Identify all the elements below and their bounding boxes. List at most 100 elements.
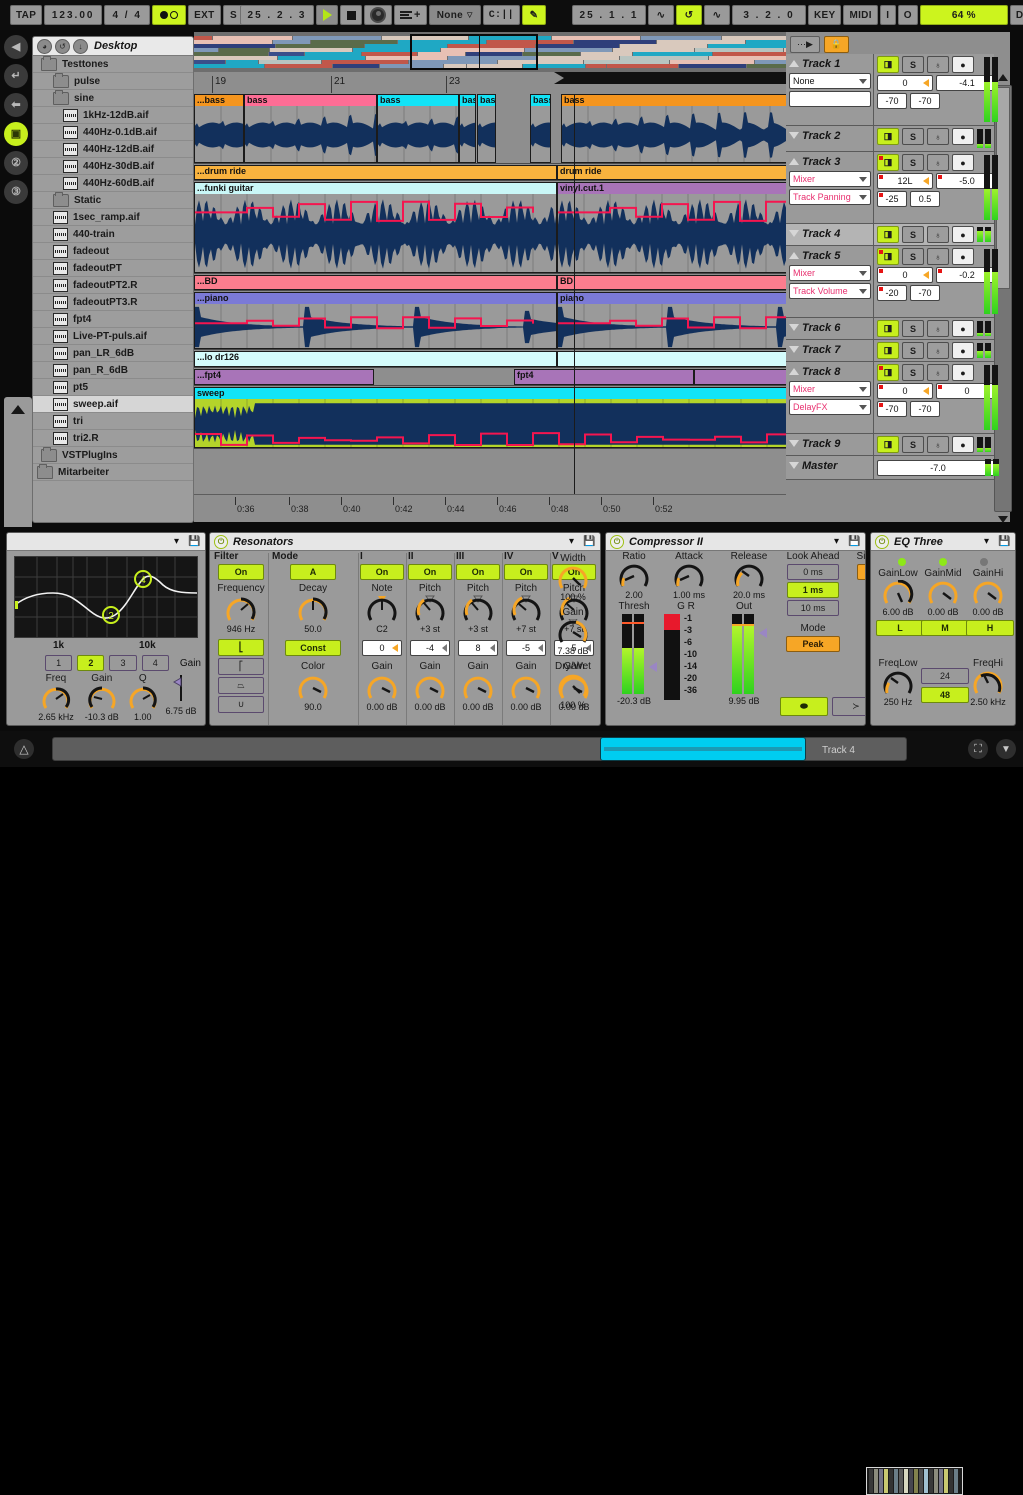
save-icon[interactable]: 💾 [848,535,861,548]
lookahead-0ms-button[interactable]: 0 ms [787,564,839,580]
width-knob[interactable] [556,565,590,591]
lookahead-1ms-button[interactable]: 1 ms [787,582,839,598]
chevron-down-icon[interactable]: ▾ [565,535,578,548]
gainmid-knob[interactable] [926,580,960,606]
arm-input-button[interactable]: ♁ [927,226,949,243]
device-chooser-dropdown[interactable]: Mixer [789,265,871,281]
solo-button[interactable]: S [902,154,924,171]
audio-clip[interactable]: bass [477,94,496,163]
res2-on-button[interactable]: On [408,564,452,580]
track-name-cell[interactable]: Track 3MixerTrack Panning [786,152,874,223]
res3-on-button[interactable]: On [456,564,500,580]
time-signature-field[interactable]: 4 / 4 [104,5,150,25]
audio-clip[interactable]: ...piano [194,292,557,349]
track-name-cell[interactable]: Track 1None [786,54,874,125]
res1-field[interactable]: 0 [362,640,402,656]
browser-item[interactable]: fadeoutPT3.R [33,294,193,311]
plug-icon[interactable]: ⬅ [4,93,28,117]
browser-item[interactable]: pan_R_6dB [33,362,193,379]
send-a-field[interactable]: -70 [877,401,907,417]
attack-control[interactable]: Attack 1.00 ms [660,551,718,600]
eq-band-2-button[interactable]: 2 [77,655,104,671]
sc-freq-knob[interactable] [864,635,866,661]
quantization-dropdown[interactable]: None ▽ [429,5,481,25]
audio-clip[interactable]: fpt4 [514,369,694,385]
filter-frequency-knob[interactable] [224,595,258,623]
chain-arrow-icon[interactable]: ⋯▶ [790,36,820,53]
audio-clip[interactable]: ...bass [194,94,244,163]
browser-item[interactable]: Static [33,192,193,209]
device-chooser-dropdown[interactable]: None [789,73,871,89]
audio-clip[interactable]: ...drum ride [194,165,557,180]
audio-clip[interactable]: ...lo dr126 [194,351,557,367]
load-icon[interactable]: ↓ [73,39,88,54]
res4-pitch-knob[interactable] [509,595,543,623]
solo-button[interactable]: S [902,342,924,359]
browser-item[interactable]: 1sec_ramp.aif [33,209,193,226]
send-b-field[interactable]: -70 [910,285,940,301]
ratio-control[interactable]: Ratio 2.00 [610,551,658,600]
collapse-icon[interactable] [789,368,799,375]
mixer-track-row[interactable]: Track 5MixerTrack Volume◨S♁●0-0.2-20-70 [786,246,994,318]
browser-item[interactable]: 440Hz-0.1dB.aif [33,124,193,141]
out-gain-knob[interactable] [556,619,590,645]
res3-field[interactable]: 8 [458,640,498,656]
chevron-down-icon[interactable]: ▾ [830,535,843,548]
overview-selection[interactable] [410,34,538,70]
send-a-field[interactable]: -25 [877,191,907,207]
browser-item[interactable]: Testtones [33,56,193,73]
device-chooser-dropdown[interactable]: Mixer [789,381,871,397]
mode-peak-button[interactable]: Peak [786,636,840,652]
ext-sync-button[interactable]: EXT [188,5,220,25]
const-button[interactable]: Const [285,640,341,656]
arm-input-button[interactable]: ♁ [927,320,949,337]
browser-item[interactable]: pulse [33,73,193,90]
record-arm-button[interactable]: ● [952,320,974,337]
browser-item[interactable]: 440Hz-12dB.aif [33,141,193,158]
arm-input-button[interactable]: ♁ [927,342,949,359]
chevron-down-icon[interactable]: ▼ [996,739,1016,759]
solo-button[interactable]: S [902,364,924,381]
collapse-icon[interactable] [789,158,799,165]
pan-field[interactable]: 0 [877,75,933,91]
track-name-cell[interactable]: Track 8MixerDelayFX [786,362,874,433]
send-b-field[interactable]: -70 [910,401,940,417]
lowpass-icon[interactable]: ⎣ [218,639,264,656]
solo-button[interactable]: S [902,436,924,453]
audio-clip[interactable]: ...fpt4 [194,369,374,385]
loop-icon[interactable]: ↺ [676,5,702,25]
decay-knob[interactable] [296,595,330,623]
arrangement-position-field[interactable]: 25 . 2 . 3 [240,5,314,25]
mixer-track-row[interactable]: Master-7.0 [786,456,994,480]
tap-tempo-button[interactable]: TAP [10,5,42,25]
record-arm-button[interactable]: ● [952,364,974,381]
master-volume-field[interactable]: -7.0 [877,460,999,476]
chevron-down-icon[interactable]: ▾ [980,535,993,548]
browser-item[interactable]: sweep.aif [33,396,193,413]
browser-item[interactable]: 440Hz-30dB.aif [33,158,193,175]
expand-icon[interactable] [789,462,799,469]
record-arm-button[interactable]: ● [952,226,974,243]
expand-icon[interactable] [789,440,799,447]
help-icon[interactable]: △ [14,739,34,759]
output-meter[interactable] [732,614,756,694]
arm-input-button[interactable]: ♁ [927,436,949,453]
track-name-cell[interactable]: Master [786,456,874,479]
bell-eq-icon[interactable]: ⬬ [780,697,828,716]
pan-field[interactable]: 0 [877,267,933,283]
browser-list[interactable]: Testtonespulsesine1kHz-12dB.aif440Hz-0.1… [33,56,193,522]
chevron-down-icon[interactable]: ▾ [170,535,183,548]
midi-out-indicator[interactable]: O [898,5,918,25]
device-power-icon[interactable]: ⏻ [610,535,624,549]
res1-note-knob[interactable] [365,595,399,623]
browser-item[interactable]: Live-PT-puls.aif [33,328,193,345]
filter-on-button[interactable]: On [218,564,264,580]
loop-start-field[interactable]: 25 . 1 . 1 [572,5,646,25]
pan-field[interactable]: 0 [877,383,933,399]
res4-gain-knob[interactable] [509,673,543,701]
browser-item[interactable]: fadeout [33,243,193,260]
eq-band-1-button[interactable]: 1 [45,655,72,671]
device-power-icon[interactable]: ⏻ [214,535,228,549]
eq-band-4-button[interactable]: 4 [142,655,169,671]
eq-gain-knob[interactable]: Gain -10.3 dB [79,673,125,722]
